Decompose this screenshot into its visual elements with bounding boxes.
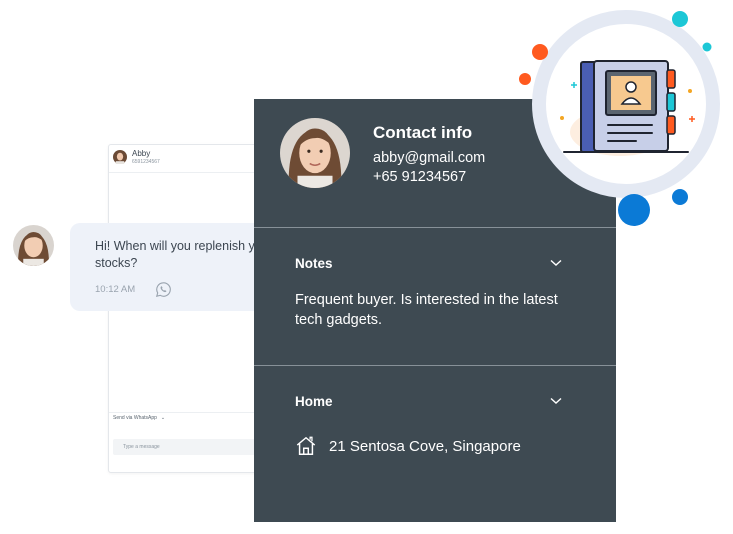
message-input[interactable]: Type a message bbox=[113, 439, 263, 455]
avatar bbox=[13, 225, 54, 266]
message-time: 10:12 AM bbox=[95, 284, 136, 295]
divider bbox=[254, 365, 616, 366]
chevron-down-icon[interactable] bbox=[550, 397, 562, 405]
whatsapp-icon bbox=[155, 282, 171, 298]
message-line: Hi! When will you replenish yo bbox=[95, 239, 262, 253]
notes-text: Frequent buyer. Is interested in the lat… bbox=[295, 292, 558, 328]
contact-info-title: Contact info bbox=[373, 123, 473, 142]
home-icon bbox=[296, 436, 316, 455]
home-address: 21 Sentosa Cove, Singapore bbox=[329, 438, 521, 455]
chat-contact-phone: 6591234567 bbox=[132, 159, 160, 165]
chevron-down-icon: ⌄ bbox=[160, 415, 166, 421]
avatar bbox=[113, 150, 127, 164]
message-text: Hi! When will you replenish yo stocks? bbox=[95, 238, 270, 272]
chat-contact-name: Abby bbox=[132, 149, 151, 158]
address-book-icon bbox=[519, 10, 720, 226]
home-title[interactable]: Home bbox=[295, 394, 333, 409]
chat-header: Abby 6591234567 bbox=[109, 145, 259, 173]
chevron-down-icon[interactable] bbox=[550, 259, 562, 267]
avatar bbox=[280, 118, 350, 188]
notes-title[interactable]: Notes bbox=[295, 256, 333, 271]
divider bbox=[109, 412, 259, 413]
send-via-selector[interactable]: Send via WhatsApp ⌄ bbox=[113, 415, 165, 421]
contact-phone[interactable]: +65 91234567 bbox=[373, 169, 466, 185]
contact-email[interactable]: abby@gmail.com bbox=[373, 150, 485, 166]
message-bubble: Hi! When will you replenish yo stocks? 1… bbox=[70, 223, 270, 311]
send-via-label: Send via WhatsApp bbox=[113, 415, 157, 421]
message-line: stocks? bbox=[95, 256, 138, 270]
